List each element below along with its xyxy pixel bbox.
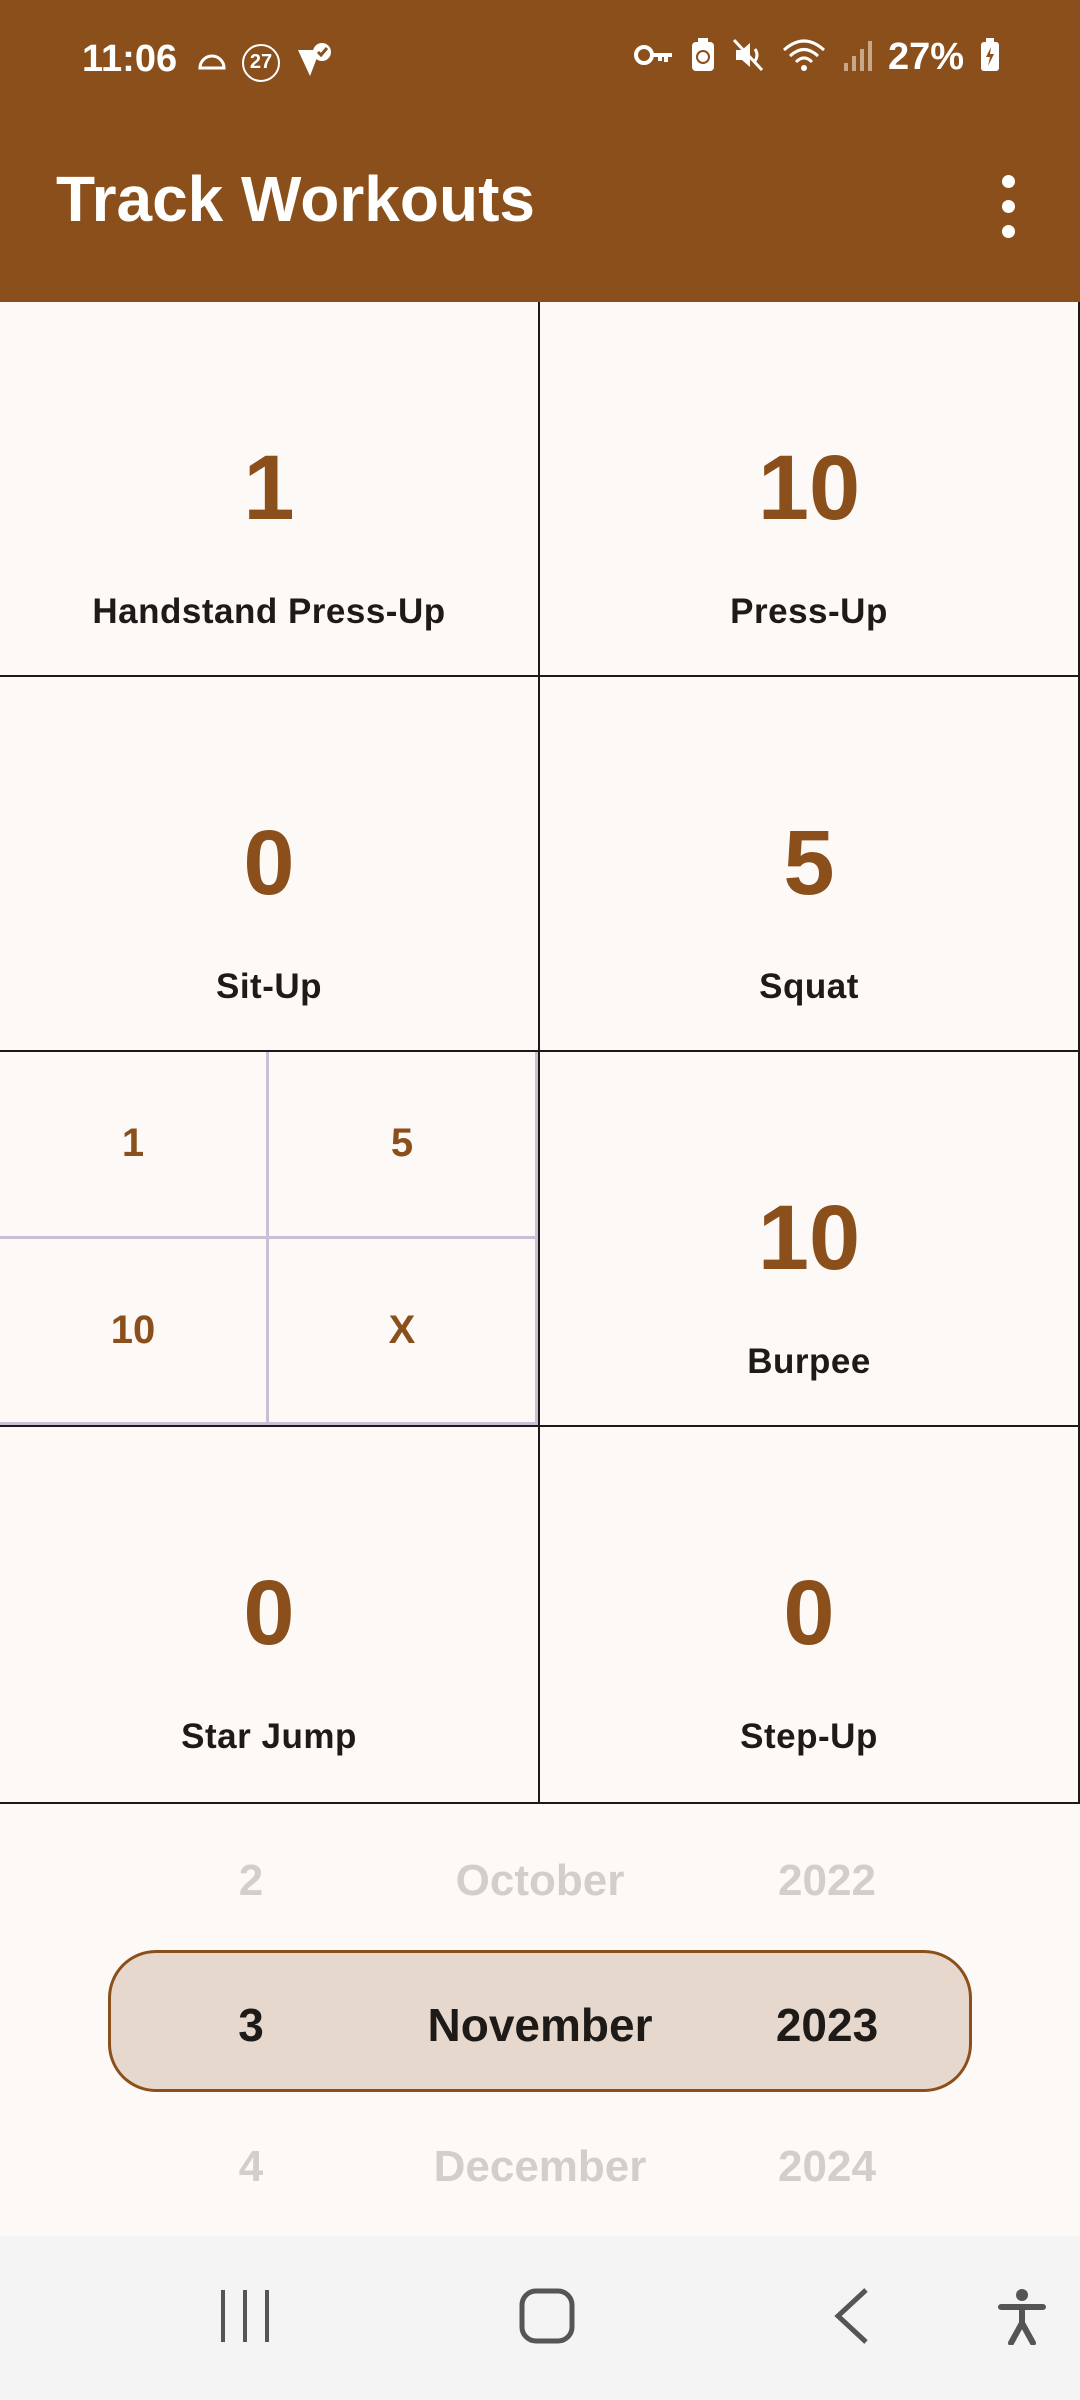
- home-icon[interactable]: [507, 2276, 587, 2356]
- exercise-count: 5: [783, 812, 835, 914]
- exercise-tile-sit-up[interactable]: 0 Sit-Up: [0, 677, 540, 1052]
- battery-percent: 27%: [887, 36, 964, 78]
- status-notification-icons: 27: [196, 40, 334, 85]
- menu-dot: [1001, 224, 1015, 238]
- exercise-tile-press-up[interactable]: 10 Press-Up: [540, 302, 1080, 677]
- exercise-count: 10: [757, 437, 861, 539]
- day-option[interactable]: 4: [239, 2142, 263, 2192]
- date-picker-previous-row[interactable]: 2 October 2022: [0, 1856, 1080, 1936]
- mute-icon: [732, 38, 766, 77]
- exercise-tile-burpee[interactable]: 10 Burpee: [540, 1052, 1080, 1427]
- exercise-count: 0: [783, 1562, 835, 1664]
- back-icon[interactable]: [812, 2276, 892, 2356]
- menu-dot: [1001, 174, 1015, 188]
- vpn-key-icon: [633, 42, 674, 73]
- year-option[interactable]: 2022: [778, 1856, 876, 1906]
- year-option[interactable]: 2024: [778, 2142, 876, 2192]
- app-bar: Track Workouts: [0, 122, 1080, 302]
- add-1-button[interactable]: 1: [0, 1052, 269, 1239]
- wifi-icon: [782, 38, 826, 77]
- exercise-count: 1: [243, 437, 295, 539]
- day-option[interactable]: 2: [239, 1856, 263, 1906]
- month-option[interactable]: December: [434, 2142, 647, 2192]
- status-bar: 11:06 27 27%: [0, 0, 1080, 122]
- add-10-button[interactable]: 10: [0, 1238, 269, 1425]
- selected-year[interactable]: 2023: [776, 1998, 878, 2052]
- exercise-tile-step-up[interactable]: 0 Step-Up: [540, 1427, 1080, 1804]
- date-picker[interactable]: 2 October 2022 3 November 2023 4 Decembe…: [0, 1804, 1080, 2236]
- add-5-button[interactable]: 5: [269, 1052, 538, 1239]
- exercise-name: Handstand Press-Up: [92, 592, 446, 631]
- cloud-icon: [196, 48, 228, 77]
- date-picker-next-row[interactable]: 4 December 2024: [0, 2142, 1080, 2222]
- exercise-name: Sit-Up: [215, 967, 323, 1006]
- status-time: 11:06: [82, 38, 178, 80]
- exercise-name: Star Jump: [181, 1717, 357, 1756]
- increment-keypad: 1 5 10 X: [0, 1052, 540, 1427]
- exercise-tile-star-jump[interactable]: 0 Star Jump: [0, 1427, 540, 1804]
- month-option[interactable]: October: [456, 1856, 625, 1906]
- exercise-name: Press-Up: [730, 592, 888, 631]
- more-vert-icon[interactable]: [976, 166, 1040, 246]
- menu-dot: [1001, 199, 1015, 213]
- selected-month[interactable]: November: [428, 1998, 653, 2052]
- page-title: Track Workouts: [56, 163, 535, 235]
- check-shield-icon: [294, 40, 334, 85]
- signal-icon: [842, 39, 872, 76]
- exercise-name: Burpee: [747, 1342, 871, 1381]
- date-picker-selected-row[interactable]: 3 November 2023: [0, 1998, 1080, 2078]
- accessibility-icon[interactable]: [982, 2276, 1062, 2356]
- exercise-count: 10: [757, 1187, 861, 1289]
- exercise-count: 0: [243, 1562, 295, 1664]
- badge-27-icon: 27: [242, 43, 280, 82]
- close-keypad-button[interactable]: X: [269, 1238, 538, 1425]
- selected-day[interactable]: 3: [238, 1998, 264, 2052]
- status-system-icons: 27%: [633, 36, 1000, 79]
- notification-badge-count: 27: [249, 51, 273, 73]
- system-nav-bar: [0, 2236, 1080, 2400]
- exercise-tile-squat[interactable]: 5 Squat: [540, 677, 1080, 1052]
- exercise-tile-handstand-press-up[interactable]: 1 Handstand Press-Up: [0, 302, 540, 677]
- exercise-count: 0: [243, 812, 295, 914]
- exercise-name: Squat: [759, 967, 859, 1006]
- exercise-grid: 1 Handstand Press-Up 10 Press-Up 0 Sit-U…: [0, 302, 1080, 1804]
- battery-charging-icon: [980, 38, 1000, 77]
- battery-saver-icon: [690, 37, 716, 78]
- recent-apps-icon[interactable]: [206, 2276, 286, 2356]
- exercise-name: Step-Up: [740, 1717, 878, 1756]
